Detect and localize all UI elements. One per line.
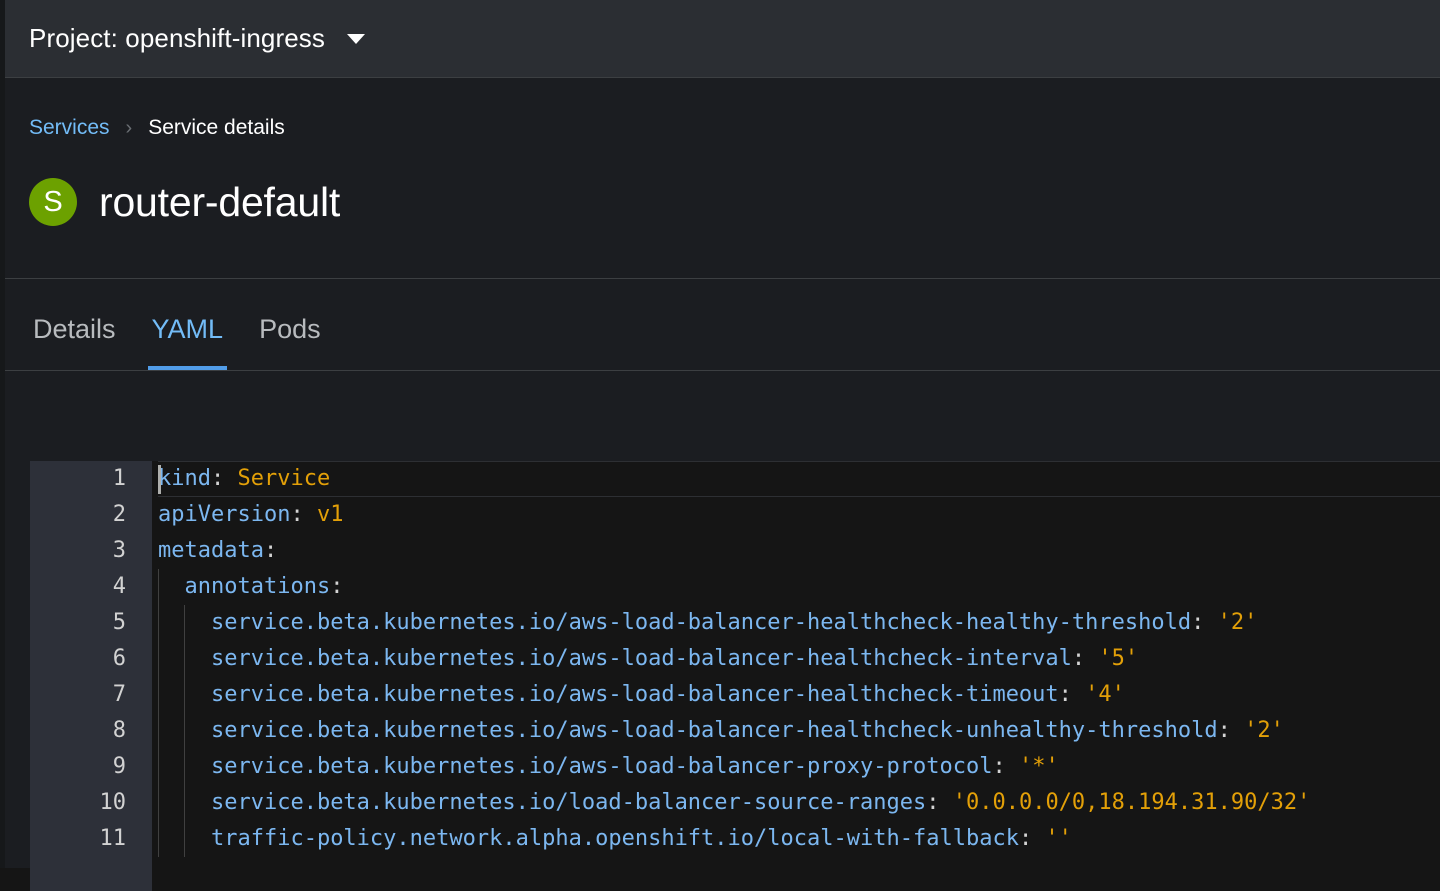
yaml-value: v1 — [303, 502, 344, 527]
yaml-key: metadata — [158, 538, 264, 563]
tab-yaml[interactable]: YAML — [134, 314, 242, 370]
editor-indent — [158, 574, 185, 599]
breadcrumb-item-services[interactable]: Services — [29, 116, 110, 140]
editor-line[interactable]: service.beta.kubernetes.io/aws-load-bala… — [158, 677, 1440, 713]
tab-bar: Details YAML Pods — [0, 279, 1440, 371]
project-selector-label: Project: openshift-ingress — [29, 23, 325, 53]
editor-line[interactable]: metadata: — [158, 533, 1440, 569]
yaml-value: '' — [1032, 826, 1072, 851]
breadcrumb: Services › Service details — [29, 114, 1440, 142]
resource-title-row: S router-default — [29, 178, 1440, 226]
project-selector-bar[interactable]: Project: openshift-ingress — [0, 0, 1440, 78]
editor-indent-guide — [158, 569, 159, 857]
yaml-editor[interactable]: 1 2 3 4 5 6 7 8 9 10 11 kind: Service apiVersion: v… — [30, 461, 1440, 891]
editor-line-number: 4 — [112, 574, 126, 599]
yaml-editor-container: 1 2 3 4 5 6 7 8 9 10 11 kind: Service apiVersion: v… — [0, 371, 1440, 891]
yaml-value: '4' — [1071, 682, 1125, 707]
editor-line-number: 8 — [112, 718, 126, 743]
yaml-colon: : — [1058, 682, 1072, 707]
editor-line-number-gutter: 1 2 3 4 5 6 7 8 9 10 11 — [30, 461, 152, 891]
editor-line-number: 11 — [99, 826, 127, 851]
yaml-value: '5' — [1085, 646, 1139, 671]
yaml-key: service.beta.kubernetes.io/aws-load-bala… — [210, 610, 1192, 635]
tab-pods-label: Pods — [259, 314, 321, 344]
editor-line-number: 7 — [112, 682, 126, 707]
yaml-key: annotations — [184, 574, 331, 599]
yaml-colon: : — [926, 790, 940, 815]
page-title: router-default — [99, 178, 341, 225]
yaml-colon: : — [1071, 646, 1086, 671]
yaml-value: '2' — [1230, 718, 1284, 743]
text-cursor — [158, 465, 161, 494]
breadcrumb-item-current: Service details — [148, 116, 285, 139]
editor-line[interactable]: service.beta.kubernetes.io/aws-load-bala… — [158, 641, 1440, 677]
chevron-down-icon[interactable] — [346, 33, 365, 44]
yaml-key: service.beta.kubernetes.io/aws-load-bala… — [210, 646, 1072, 671]
yaml-value: Service — [224, 466, 331, 491]
yaml-key: service.beta.kubernetes.io/load-balancer… — [210, 790, 927, 815]
service-resource-icon: S — [29, 178, 77, 226]
yaml-colon: : — [1018, 826, 1033, 851]
editor-code-area[interactable]: kind: Service apiVersion: v1 metadata: ann… — [152, 461, 1440, 891]
yaml-colon: : — [1217, 718, 1231, 743]
yaml-key: traffic-policy.network.alpha.openshift.i… — [210, 826, 1019, 851]
editor-line[interactable]: service.beta.kubernetes.io/load-balancer… — [158, 785, 1440, 821]
page-header: Services › Service details S router-defa… — [0, 78, 1440, 279]
editor-line-number: 5 — [112, 610, 126, 635]
editor-line[interactable]: service.beta.kubernetes.io/aws-load-bala… — [158, 713, 1440, 749]
yaml-colon: : — [290, 502, 304, 527]
editor-line-number: 9 — [112, 754, 126, 779]
editor-line[interactable]: service.beta.kubernetes.io/aws-load-bala… — [158, 605, 1440, 641]
yaml-key: service.beta.kubernetes.io/aws-load-bala… — [210, 682, 1059, 707]
breadcrumb-separator-icon: › — [125, 116, 133, 139]
tab-details-label: Details — [33, 314, 116, 344]
editor-line[interactable]: traffic-policy.network.alpha.openshift.i… — [158, 821, 1440, 857]
yaml-colon: : — [263, 538, 278, 563]
yaml-colon: : — [330, 574, 344, 599]
yaml-value: '2' — [1204, 610, 1258, 635]
editor-line-number: 10 — [99, 790, 127, 815]
editor-line-number: 1 — [112, 466, 126, 491]
yaml-colon: : — [992, 754, 1006, 779]
tab-yaml-label: YAML — [151, 314, 224, 344]
tab-details[interactable]: Details — [29, 314, 134, 370]
yaml-value: '*' — [1005, 754, 1059, 779]
editor-line[interactable]: kind: Service — [158, 461, 1440, 497]
collapsed-nav-strip — [0, 0, 5, 868]
page-content: Services › Service details S router-defa… — [0, 78, 1440, 891]
yaml-value: '0.0.0.0/0,18.194.31.90/32' — [939, 790, 1311, 815]
editor-line[interactable]: service.beta.kubernetes.io/aws-load-bala… — [158, 749, 1440, 785]
yaml-colon: : — [1191, 610, 1205, 635]
yaml-key: service.beta.kubernetes.io/aws-load-bala… — [210, 718, 1218, 743]
yaml-key: apiVersion — [158, 502, 291, 527]
editor-line[interactable]: annotations: — [158, 569, 1440, 605]
editor-line-number: 6 — [112, 646, 126, 671]
yaml-colon: : — [210, 466, 225, 491]
editor-line[interactable]: apiVersion: v1 — [158, 497, 1440, 533]
yaml-key: kind — [158, 466, 211, 491]
yaml-key: service.beta.kubernetes.io/aws-load-bala… — [210, 754, 993, 779]
tab-pods[interactable]: Pods — [241, 314, 339, 370]
editor-indent-guide — [184, 605, 186, 857]
editor-line-number: 2 — [112, 502, 126, 527]
editor-line-number: 3 — [112, 538, 126, 563]
